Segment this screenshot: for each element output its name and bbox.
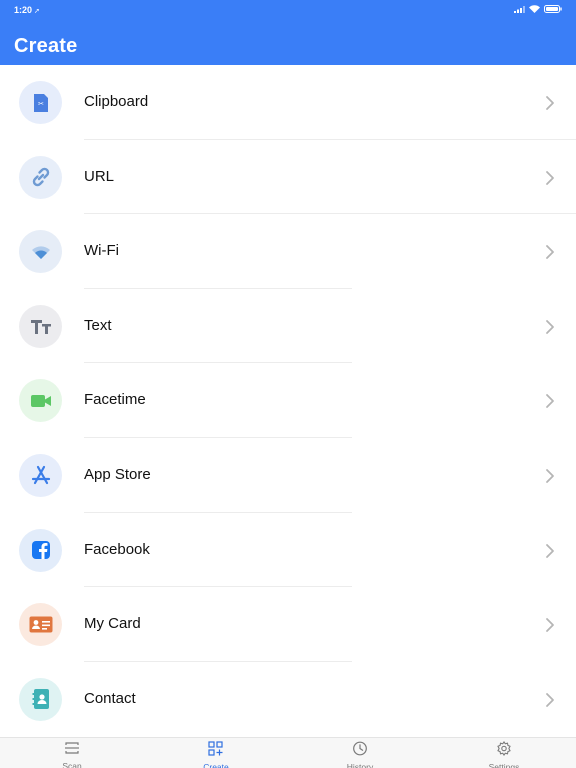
create-item-app-store[interactable]: App Store bbox=[0, 438, 576, 513]
create-item-label: Facetime bbox=[84, 391, 146, 409]
create-qr-icon bbox=[208, 738, 224, 761]
chevron-right-icon bbox=[544, 692, 556, 708]
create-item-url[interactable]: URL bbox=[0, 140, 576, 215]
tab-bar: Scan Create History Settings bbox=[0, 737, 576, 768]
status-time: 1:20 ➚ bbox=[14, 5, 40, 15]
location-arrow-icon: ➚ bbox=[34, 8, 40, 15]
create-item-label: App Store bbox=[84, 465, 151, 483]
create-item-clipboard[interactable]: ✂ Clipboard bbox=[0, 65, 576, 140]
tab-scan[interactable]: Scan bbox=[0, 738, 144, 768]
create-options-list: ✂ Clipboard URL Wi-Fi Text Facetime App Store F… bbox=[0, 65, 576, 736]
chevron-right-icon bbox=[544, 617, 556, 633]
create-item-label: URL bbox=[84, 167, 115, 185]
create-item-my-card[interactable]: My Card bbox=[0, 587, 576, 662]
id-card-icon bbox=[19, 603, 62, 647]
clipboard-icon: ✂ bbox=[19, 81, 62, 124]
tab-label: Scan bbox=[62, 761, 82, 768]
tab-history[interactable]: History bbox=[288, 738, 432, 768]
tab-label: History bbox=[346, 762, 374, 768]
chevron-right-icon bbox=[544, 95, 556, 111]
text-icon bbox=[19, 304, 62, 348]
tab-settings[interactable]: Settings bbox=[432, 738, 576, 768]
create-item-facetime[interactable]: Facetime bbox=[0, 363, 576, 438]
chevron-right-icon bbox=[544, 319, 556, 335]
scan-icon bbox=[64, 738, 80, 760]
battery-icon bbox=[544, 5, 562, 13]
chevron-right-icon bbox=[544, 244, 556, 260]
signal-icon bbox=[514, 5, 525, 13]
create-item-contact[interactable]: Contact bbox=[0, 662, 576, 737]
create-item-wi-fi[interactable]: Wi-Fi bbox=[0, 214, 576, 289]
create-item-label: Contact bbox=[84, 689, 136, 707]
create-item-text[interactable]: Text bbox=[0, 289, 576, 364]
contact-book-icon bbox=[19, 677, 62, 721]
facebook-icon bbox=[19, 528, 62, 572]
tab-create[interactable]: Create bbox=[144, 738, 288, 768]
chevron-right-icon bbox=[544, 393, 556, 409]
create-item-facebook[interactable]: Facebook bbox=[0, 513, 576, 588]
video-camera-icon bbox=[19, 379, 62, 423]
tab-label: Settings bbox=[488, 762, 520, 768]
chevron-right-icon bbox=[544, 543, 556, 559]
tab-label: Create bbox=[203, 762, 229, 768]
create-item-label: Clipboard bbox=[84, 93, 149, 110]
status-bar: 1:20 ➚ bbox=[0, 0, 576, 20]
app-store-icon bbox=[19, 453, 62, 497]
wifi-status-icon bbox=[529, 5, 540, 13]
create-item-label: Text bbox=[84, 316, 112, 334]
create-item-label: Facebook bbox=[84, 540, 150, 558]
chevron-right-icon bbox=[544, 468, 556, 484]
svg-text:✂: ✂ bbox=[38, 100, 44, 108]
chevron-right-icon bbox=[544, 170, 556, 186]
wifi-icon bbox=[19, 230, 62, 274]
history-icon bbox=[352, 738, 368, 761]
header-bar: 1:20 ➚ Create bbox=[0, 0, 576, 65]
status-indicators bbox=[514, 5, 562, 13]
create-item-label: My Card bbox=[84, 615, 141, 633]
page-title: Create bbox=[14, 35, 78, 57]
link-icon bbox=[19, 155, 62, 199]
create-item-label: Wi-Fi bbox=[84, 242, 119, 260]
settings-gear-icon bbox=[496, 738, 512, 761]
